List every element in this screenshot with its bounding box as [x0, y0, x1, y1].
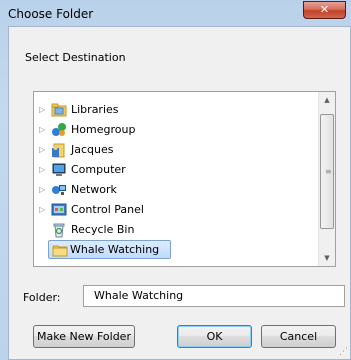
tree-item-label: Control Panel — [71, 203, 144, 216]
libraries-icon — [51, 103, 67, 117]
window-title: Choose Folder — [8, 7, 94, 21]
expand-icon[interactable]: ▷ — [39, 125, 45, 134]
choose-folder-dialog: Choose Folder ✕ Select Destination ▷ Lib… — [0, 0, 351, 360]
tree-item-network[interactable]: ▷ Network — [34, 180, 314, 200]
expand-icon[interactable]: ▷ — [39, 165, 45, 174]
tree-scrollbar[interactable]: ▲ ≡ ▼ — [318, 92, 335, 266]
tree-item-label: Libraries — [71, 103, 119, 116]
tree-item-label: Jacques — [71, 143, 114, 156]
recycle-bin-icon — [53, 223, 65, 238]
tree-item-label: Network — [71, 183, 117, 196]
folder-name-field[interactable]: Whale Watching — [83, 285, 345, 307]
folder-icon — [52, 245, 68, 257]
dialog-body: Select Destination ▷ Libraries ▷ Homegro… — [8, 26, 351, 360]
tree-item-whale-watching[interactable]: Whale Watching — [34, 240, 314, 260]
tree-item-computer[interactable]: ▷ Computer — [34, 160, 314, 180]
user-folder-icon — [52, 143, 65, 158]
grip-icon: ≡ — [325, 167, 332, 176]
tree-item-libraries[interactable]: ▷ Libraries — [34, 100, 314, 120]
folder-field-label: Folder: — [23, 291, 61, 304]
network-icon — [52, 185, 66, 195]
cancel-button[interactable]: Cancel — [261, 325, 336, 348]
title-bar[interactable]: Choose Folder ✕ — [0, 0, 351, 26]
resize-grip-icon[interactable]: ⋰ — [339, 347, 348, 357]
homegroup-icon — [52, 123, 66, 136]
tree-item-jacques[interactable]: ▷ Jacques — [34, 140, 314, 160]
control-panel-icon — [51, 203, 67, 216]
expand-icon[interactable]: ▷ — [39, 185, 45, 194]
tree-item-label: Homegroup — [71, 123, 136, 136]
scroll-thumb[interactable]: ≡ — [320, 114, 334, 229]
make-new-folder-button[interactable]: Make New Folder — [33, 325, 135, 348]
expand-icon[interactable]: ▷ — [39, 105, 45, 114]
close-icon: ✕ — [319, 3, 330, 16]
folder-tree[interactable]: ▷ Libraries ▷ Homegroup ▷ Jacques ▷ Comp… — [33, 91, 336, 267]
folder-name-value: Whale Watching — [94, 289, 184, 302]
ok-button[interactable]: OK — [177, 325, 252, 348]
computer-icon — [52, 163, 66, 176]
scroll-up-button[interactable]: ▲ — [319, 92, 335, 108]
tree-item-homegroup[interactable]: ▷ Homegroup — [34, 120, 314, 140]
expand-icon[interactable]: ▷ — [39, 145, 45, 154]
chevron-up-icon: ▲ — [324, 96, 330, 104]
tree-item-label: Whale Watching — [70, 243, 160, 256]
tree-item-label: Recycle Bin — [71, 223, 135, 236]
chevron-down-icon: ▼ — [324, 254, 330, 262]
expand-icon[interactable]: ▷ — [39, 205, 45, 214]
tree-item-recycle-bin[interactable]: Recycle Bin — [34, 220, 314, 240]
dialog-subtitle: Select Destination — [25, 51, 126, 64]
tree-item-label: Computer — [71, 163, 126, 176]
close-button[interactable]: ✕ — [303, 1, 346, 19]
tree-item-control-panel[interactable]: ▷ Control Panel — [34, 200, 314, 220]
scroll-down-button[interactable]: ▼ — [319, 250, 335, 266]
